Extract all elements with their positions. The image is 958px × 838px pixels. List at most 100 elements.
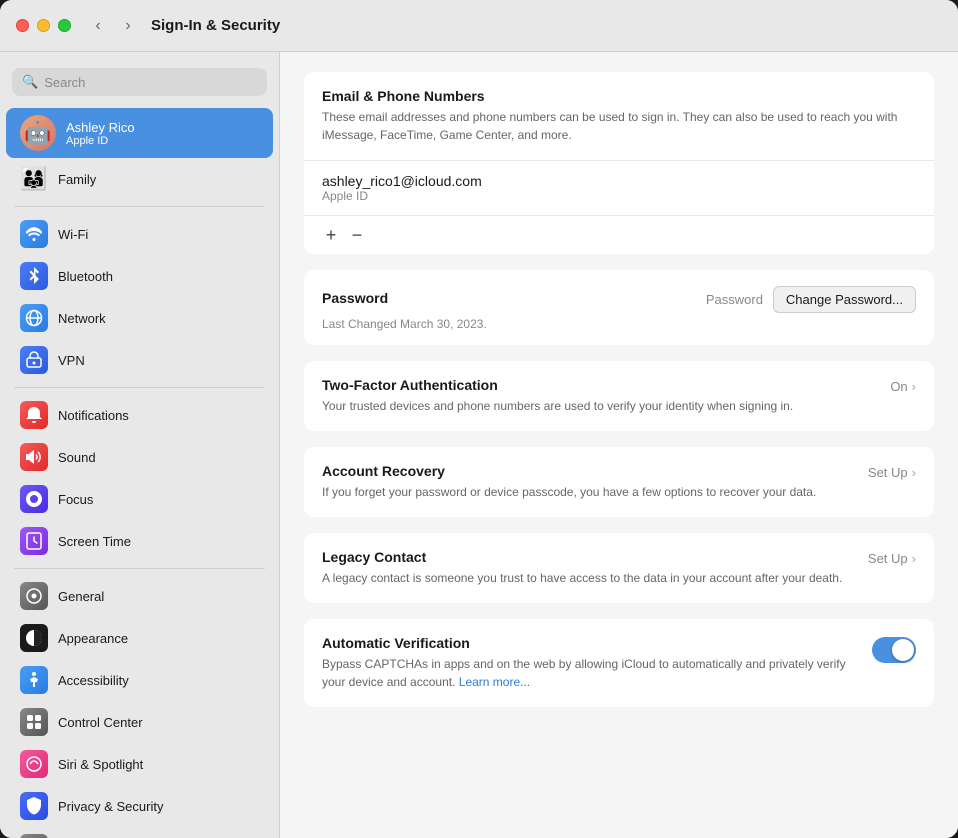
- search-icon: 🔍: [22, 74, 38, 90]
- account-recovery-left: Account Recovery If you forget your pass…: [322, 463, 848, 501]
- wifi-icon: [20, 220, 48, 248]
- main-layout: 🔍 Search 🤖 Ashley Rico Apple ID 👨‍👩‍👧: [0, 52, 958, 838]
- password-last-changed: Last Changed March 30, 2023.: [304, 313, 934, 345]
- two-factor-card[interactable]: Two-Factor Authentication Your trusted d…: [304, 361, 934, 431]
- sidebar-item-desktop[interactable]: Desktop & Dock: [6, 827, 273, 838]
- add-email-button[interactable]: +: [320, 224, 342, 246]
- titlebar: ‹ › Sign-In & Security: [0, 0, 958, 52]
- back-button[interactable]: ‹: [87, 15, 109, 37]
- vpn-icon: [20, 346, 48, 374]
- legacy-contact-right: Set Up ›: [868, 551, 916, 566]
- account-recovery-title: Account Recovery: [322, 463, 848, 479]
- email-address: ashley_rico1@icloud.com: [322, 173, 916, 189]
- sidebar-label-privacy: Privacy & Security: [58, 799, 163, 814]
- sidebar-item-sound[interactable]: Sound: [6, 436, 273, 478]
- system-preferences-window: ‹ › Sign-In & Security 🔍 Search 🤖 Ashley…: [0, 0, 958, 838]
- sidebar-item-general[interactable]: General: [6, 575, 273, 617]
- accessibility-icon: [20, 666, 48, 694]
- email-phone-card: Email & Phone Numbers These email addres…: [304, 72, 934, 254]
- separator-2: [14, 387, 265, 388]
- account-recovery-action: Set Up: [868, 465, 908, 480]
- email-sublabel: Apple ID: [322, 189, 916, 203]
- password-label: Password: [706, 292, 763, 307]
- forward-button[interactable]: ›: [117, 15, 139, 37]
- two-factor-title: Two-Factor Authentication: [322, 377, 870, 393]
- maximize-button[interactable]: [58, 19, 71, 32]
- account-recovery-chevron: ›: [912, 465, 916, 480]
- legacy-contact-action: Set Up: [868, 551, 908, 566]
- search-container: 🔍 Search: [0, 64, 279, 108]
- search-box[interactable]: 🔍 Search: [12, 68, 267, 96]
- sidebar-label-appearance: Appearance: [58, 631, 128, 646]
- sidebar-item-screentime[interactable]: Screen Time: [6, 520, 273, 562]
- legacy-contact-card[interactable]: Legacy Contact A legacy contact is someo…: [304, 533, 934, 603]
- sidebar-item-bluetooth[interactable]: Bluetooth: [6, 255, 273, 297]
- chevron-right-icon: ›: [912, 379, 916, 394]
- sidebar-label-family: Family: [58, 172, 96, 187]
- password-row: Password Password Change Password...: [304, 270, 934, 313]
- sidebar-item-notifications[interactable]: Notifications: [6, 394, 273, 436]
- learn-more-link[interactable]: Learn more...: [459, 675, 530, 689]
- sidebar-item-profile[interactable]: 🤖 Ashley Rico Apple ID: [6, 108, 273, 158]
- profile-sublabel: Apple ID: [66, 135, 135, 147]
- close-button[interactable]: [16, 19, 29, 32]
- profile-text: Ashley Rico Apple ID: [66, 120, 135, 147]
- password-card: Password Password Change Password... Las…: [304, 270, 934, 345]
- controlcenter-icon: [20, 708, 48, 736]
- account-recovery-row: Account Recovery If you forget your pass…: [304, 447, 934, 517]
- sidebar-item-wifi[interactable]: Wi-Fi: [6, 213, 273, 255]
- remove-email-button[interactable]: −: [346, 224, 368, 246]
- legacy-contact-row: Legacy Contact A legacy contact is someo…: [304, 533, 934, 603]
- password-title: Password: [322, 290, 388, 306]
- password-section: Password Password Change Password... Las…: [304, 270, 934, 345]
- sidebar-item-network[interactable]: Network: [6, 297, 273, 339]
- auto-verify-row: Automatic Verification Bypass CAPTCHAs i…: [304, 619, 934, 707]
- sidebar: 🔍 Search 🤖 Ashley Rico Apple ID 👨‍👩‍👧: [0, 52, 280, 838]
- legacy-contact-title: Legacy Contact: [322, 549, 848, 565]
- account-recovery-desc: If you forget your password or device pa…: [322, 483, 848, 501]
- sidebar-item-focus[interactable]: Focus: [6, 478, 273, 520]
- family-icon: 👨‍👩‍👧: [20, 165, 48, 193]
- account-recovery-card[interactable]: Account Recovery If you forget your pass…: [304, 447, 934, 517]
- sidebar-item-vpn[interactable]: VPN: [6, 339, 273, 381]
- sidebar-label-network: Network: [58, 311, 106, 326]
- account-recovery-right: Set Up ›: [868, 465, 916, 480]
- search-placeholder: Search: [44, 75, 85, 90]
- sidebar-item-privacy[interactable]: Privacy & Security: [6, 785, 273, 827]
- auto-verify-toggle[interactable]: [872, 637, 916, 663]
- legacy-contact-desc: A legacy contact is someone you trust to…: [322, 569, 848, 587]
- sidebar-label-focus: Focus: [58, 492, 93, 507]
- sidebar-label-general: General: [58, 589, 104, 604]
- auto-verify-title: Automatic Verification: [322, 635, 852, 651]
- general-icon: [20, 582, 48, 610]
- two-factor-right: On ›: [890, 379, 916, 394]
- change-password-button[interactable]: Change Password...: [773, 286, 916, 313]
- sidebar-item-siri[interactable]: Siri & Spotlight: [6, 743, 273, 785]
- profile-name: Ashley Rico: [66, 120, 135, 135]
- two-factor-status: On: [890, 379, 907, 394]
- sidebar-item-family[interactable]: 👨‍👩‍👧 Family: [6, 158, 273, 200]
- appearance-icon: [20, 624, 48, 652]
- content-area: Email & Phone Numbers These email addres…: [280, 52, 958, 838]
- password-right: Password Change Password...: [706, 286, 916, 313]
- toggle-knob: [892, 639, 914, 661]
- add-remove-row: + −: [304, 216, 934, 254]
- screentime-icon: [20, 527, 48, 555]
- minimize-button[interactable]: [37, 19, 50, 32]
- notifications-icon: [20, 401, 48, 429]
- navigation-buttons: ‹ ›: [87, 15, 139, 37]
- two-factor-desc: Your trusted devices and phone numbers a…: [322, 397, 870, 415]
- sidebar-label-sound: Sound: [58, 450, 96, 465]
- auto-verify-right: [872, 637, 916, 663]
- legacy-contact-chevron: ›: [912, 551, 916, 566]
- sound-icon: [20, 443, 48, 471]
- bluetooth-icon: [20, 262, 48, 290]
- sidebar-item-accessibility[interactable]: Accessibility: [6, 659, 273, 701]
- sidebar-item-controlcenter[interactable]: Control Center: [6, 701, 273, 743]
- siri-icon: [20, 750, 48, 778]
- sidebar-item-appearance[interactable]: Appearance: [6, 617, 273, 659]
- avatar-emoji: 🤖: [24, 120, 51, 146]
- sidebar-label-wifi: Wi-Fi: [58, 227, 88, 242]
- traffic-lights: [16, 19, 71, 32]
- separator-1: [14, 206, 265, 207]
